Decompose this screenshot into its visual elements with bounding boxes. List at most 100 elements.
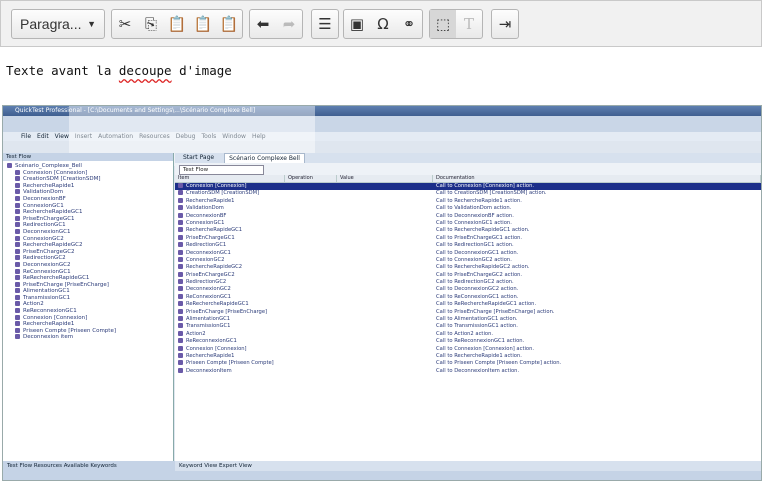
tree-item[interactable]: ConnexionGC1 (7, 202, 173, 210)
table-row[interactable]: Action2 Call to Action2 action. (175, 330, 761, 338)
tree-item[interactable]: ReRechercheRapideGC1 (7, 275, 173, 282)
tree-item[interactable]: CreationSDM [CreationSDM] (7, 176, 173, 183)
menu-item[interactable]: Edit (37, 132, 49, 141)
table-row[interactable]: ConnexionGC1 Call to ConnexionGC1 action. (175, 219, 761, 227)
tree-item[interactable]: Deconnexion item (7, 334, 173, 341)
table-row[interactable]: ReReconnexionGC1 Call to ReReconnexionGC1… (175, 338, 761, 345)
row-item: ConnexionGC1 (186, 219, 225, 226)
tree-item[interactable]: RechercheRapideGC2 (7, 242, 173, 249)
col-item[interactable]: Item (175, 175, 285, 182)
tree-item-label: RechercheRapide1 (23, 321, 75, 328)
action-icon (178, 227, 183, 233)
table-row[interactable]: RechercheRapide1 Call to RechercheRapide1… (175, 352, 761, 360)
tree-item[interactable]: Action2 (7, 301, 173, 308)
table-row[interactable]: RechercheRapideGC1 Call to RechercheRapid… (175, 227, 761, 234)
tree-item[interactable]: ValidationDom (7, 189, 173, 196)
remove-format-icon[interactable]: T (456, 10, 482, 38)
action-icon (15, 288, 20, 294)
tree-item[interactable]: RechercheRapide1 (7, 321, 173, 328)
tree-item[interactable]: Connexion [Connexion] (7, 314, 173, 322)
tree-item[interactable]: RechercheRapideGC1 (7, 209, 173, 216)
tree-item[interactable]: DeconnexionGC2 (7, 261, 173, 269)
table-row[interactable]: AlimentationGC1 Call to AlimentationGC1 a… (175, 316, 761, 323)
tree-item[interactable]: TransmissionGC1 (7, 294, 173, 302)
tree-item[interactable]: AlimentationGC1 (7, 288, 173, 295)
paste-text-icon[interactable]: 📋 (190, 10, 216, 38)
table-row[interactable]: DeconnexionGC2 Call to DeconnexionGC2 act… (175, 286, 761, 293)
table-row[interactable]: DeconnexionItem Call to DeconnexionItem a… (175, 367, 761, 375)
col-value[interactable]: Value (337, 175, 433, 182)
indent-icon[interactable]: ⇥ (492, 10, 518, 38)
col-documentation[interactable]: Documentation (433, 175, 761, 182)
table-row[interactable]: CreationSDM [CreationSDM] Call to Creatio… (175, 190, 761, 197)
table-row[interactable]: DeconnexionGC1 Call to DeconnexionGC1 act… (175, 249, 761, 257)
indent-group: ⇥ (491, 9, 519, 39)
tree-item[interactable]: PriseEnChargeGC1 (7, 215, 173, 223)
tree-item-label: ConnexionGC1 (23, 202, 64, 209)
table-row[interactable]: RedirectionGC2 Call to RedirectionGC2 act… (175, 279, 761, 286)
table-row[interactable]: DeconnexionBF Call to DeconnexionBF actio… (175, 212, 761, 220)
table-row[interactable]: Connexion [Connexion] Call to Connexion [… (175, 345, 761, 353)
table-row[interactable]: Connexion [Connexion] Call to Connexion [… (175, 183, 761, 191)
row-documentation: Call to ConnexionGC1 action. (436, 219, 512, 226)
bullet-list-icon[interactable]: ☰ (312, 10, 338, 38)
tab-scenario[interactable]: Scénario Complexe Bell (224, 153, 305, 163)
table-row[interactable]: PriseEnCharge [PriseEnCharge] Call to Pri… (175, 308, 761, 316)
menu-item[interactable]: File (21, 132, 31, 141)
show-blocks-icon[interactable]: ⬚ (430, 10, 456, 38)
action-icon (15, 248, 20, 254)
cut-icon[interactable]: ✂ (112, 10, 138, 38)
row-item: Connexion [Connexion] (186, 183, 247, 189)
row-documentation: Call to PriseEnCharge [PriseEnCharge] ac… (436, 308, 555, 315)
filter-select[interactable]: Test Flow (179, 165, 264, 175)
misspelled-word: decoupe (118, 63, 172, 78)
keyword-view-pane: Start Page Scénario Complexe Bell Test F… (175, 153, 761, 471)
table-row[interactable]: TransmissionGC1 Call to TransmissionGC1 a… (175, 323, 761, 330)
table-row[interactable]: Priseen Compte [Priseen Compte] Call to P… (175, 360, 761, 367)
redo-icon[interactable]: ➦ (276, 10, 302, 38)
action-icon (178, 205, 183, 211)
tree-item[interactable]: RechercheRapide1 (7, 182, 173, 190)
tree-item[interactable]: ReConnexionGC1 (7, 268, 173, 276)
paste-word-icon[interactable]: 📋 (216, 10, 242, 38)
tab-start-page[interactable]: Start Page (179, 153, 218, 163)
table-row[interactable]: PriseEnChargeGC2 Call to PriseEnChargeGC2… (175, 271, 761, 279)
tree-item[interactable]: DeconnexionGC1 (7, 228, 173, 236)
action-icon (178, 286, 183, 292)
table-row[interactable]: ValidationDom Call to ValidationDom actio… (175, 205, 761, 212)
tree-item-label: ValidationDom (23, 189, 64, 196)
undo-icon[interactable]: ⬅ (250, 10, 276, 38)
row-item: ReRechercheRapideGC1 (186, 301, 249, 308)
tree-item[interactable]: RedirectionGC2 (7, 255, 173, 262)
table-row[interactable]: ReRechercheRapideGC1 Call to ReRechercheR… (175, 301, 761, 308)
table-row[interactable]: RedirectionGC1 Call to RedirectionGC1 act… (175, 242, 761, 249)
action-icon (178, 242, 183, 248)
tree-item[interactable]: ConnexionGC2 (7, 235, 173, 243)
tree-item[interactable]: Connexion [Connexion] (7, 169, 173, 177)
image-icon[interactable]: ▣ (344, 10, 370, 38)
action-icon (178, 308, 183, 314)
tree-item-label: PriseEnChargeGC1 (23, 215, 75, 222)
tree-item[interactable]: DeconnexionBF (7, 195, 173, 203)
tree-item[interactable]: PriseEnChargeGC2 (7, 248, 173, 256)
editor-paragraph[interactable]: Texte avant la decoupe d'image (6, 63, 232, 78)
special-char-icon[interactable]: Ω (370, 10, 396, 38)
tree-item[interactable]: ReReconnexionGC1 (7, 308, 173, 315)
paste-icon[interactable]: 📋 (164, 10, 190, 38)
tree-item[interactable]: RedirectionGC1 (7, 222, 173, 229)
col-operation[interactable]: Operation (285, 175, 337, 182)
paragraph-format-dropdown[interactable]: Paragra... ▼ (11, 9, 105, 39)
table-row[interactable]: RechercheRapide1 Call to RechercheRapide1… (175, 197, 761, 205)
embedded-screenshot[interactable]: QuickTest Professional - [C:\Documents a… (2, 105, 762, 481)
copy-icon[interactable]: ⎘ (138, 10, 164, 38)
tree-item-label: RechercheRapide1 (23, 182, 75, 189)
table-row[interactable]: ReConnexionGC1 Call to ReConnexionGC1 act… (175, 293, 761, 301)
tree-item[interactable]: Priseen Compte [Priseen Compte] (7, 327, 173, 335)
table-row[interactable]: PriseEnChargeGC1 Call to PriseEnChargeGC1… (175, 234, 761, 242)
action-icon (15, 202, 20, 208)
table-row[interactable]: RechercheRapideGC2 Call to RechercheRapid… (175, 264, 761, 271)
table-row[interactable]: ConnexionGC2 Call to ConnexionGC2 action. (175, 256, 761, 264)
link-icon[interactable]: ⚭ (396, 10, 422, 38)
menu-item[interactable]: View (55, 132, 69, 141)
tree-item[interactable]: PriseEnCharge [PriseEnCharge] (7, 281, 173, 289)
